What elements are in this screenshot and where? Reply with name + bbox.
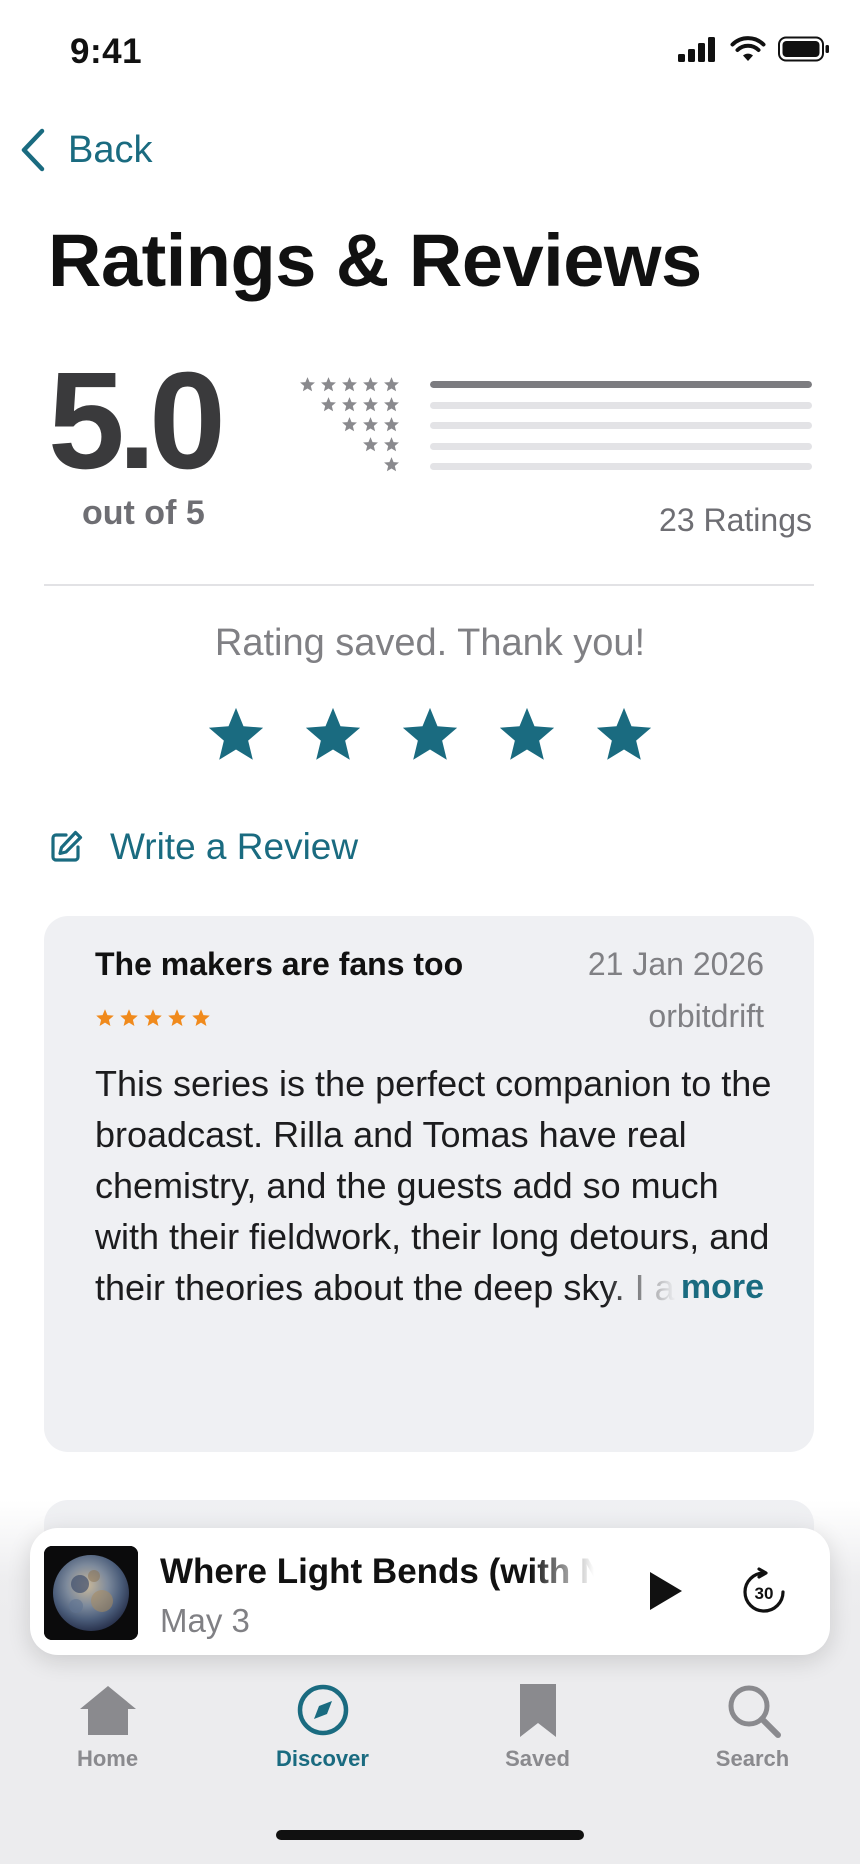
rate-star-5-icon[interactable]	[593, 704, 655, 766]
star-icon	[363, 376, 378, 391]
play-icon[interactable]	[642, 1568, 688, 1614]
signal-icon	[678, 37, 715, 62]
histogram-stars-5	[280, 374, 400, 394]
star-icon	[342, 376, 357, 391]
histogram-star-labels	[280, 374, 400, 474]
histogram-bars	[430, 381, 812, 484]
search-icon	[728, 1685, 781, 1738]
histogram-stars-4	[280, 394, 400, 414]
tab-home[interactable]: Home	[0, 1680, 215, 1772]
star-icon	[363, 396, 378, 411]
star-icon	[384, 416, 399, 431]
average-rating: 5.0	[48, 344, 226, 498]
tab-saved-label: Saved	[505, 1746, 570, 1771]
histogram-stars-3	[280, 414, 400, 434]
star-icon	[363, 436, 378, 451]
review-star-icon	[144, 1009, 162, 1026]
star-icon	[342, 416, 357, 431]
ratings-count: 23 Ratings	[659, 502, 812, 538]
compose-icon	[51, 830, 83, 862]
review-author: orbitdrift	[648, 998, 764, 1034]
review-date: 21 Jan 2026	[587, 946, 764, 982]
rate-star-2-icon[interactable]	[302, 704, 364, 766]
episode-title-fade	[530, 1552, 610, 1598]
review-stars	[95, 1008, 211, 1028]
mini-player[interactable]: Where Light Bends (with Nia May 3 30	[30, 1528, 830, 1655]
chevron-left-icon	[21, 128, 45, 172]
review-star-icon	[168, 1009, 186, 1026]
histogram-bar-2	[430, 442, 812, 450]
compass-icon	[297, 1684, 348, 1736]
review-card[interactable]: The makers are fans too 21 Jan 2026 orbi…	[44, 916, 814, 1452]
review-star-icon	[192, 1009, 210, 1026]
tab-discover[interactable]: Discover	[215, 1680, 430, 1772]
star-icon	[384, 376, 399, 391]
star-icon	[321, 396, 336, 411]
skip-forward-30-icon: 30	[743, 1567, 785, 1613]
histogram-bar-3	[430, 422, 812, 429]
tab-saved[interactable]: Saved	[430, 1680, 645, 1772]
tab-home-label: Home	[76, 1746, 139, 1771]
home-indicator	[276, 1830, 584, 1840]
rate-star-3-icon[interactable]	[399, 704, 461, 766]
status-icons	[678, 36, 830, 62]
page-title: Ratings & Reviews	[48, 219, 702, 302]
histogram-stars-2	[280, 434, 400, 454]
rating-saved-message: Rating saved. Thank you!	[214, 622, 646, 664]
histogram-bar-4	[430, 401, 812, 409]
histogram-bar-5	[430, 381, 812, 388]
tab-search-label: Search	[715, 1746, 790, 1771]
histogram-stars-1	[280, 454, 400, 474]
review-star-icon	[96, 1009, 114, 1026]
tab-search[interactable]: Search	[645, 1680, 860, 1772]
tab-bar: Home Discover Saved Search	[0, 1680, 860, 1772]
star-icon	[363, 416, 378, 431]
home-icon	[79, 1686, 136, 1735]
divider	[44, 584, 814, 586]
star-icon	[342, 396, 357, 411]
write-review-button[interactable]: Write a Review	[48, 826, 358, 868]
star-icon	[384, 436, 399, 451]
skip-forward-button[interactable]: 30	[738, 1566, 790, 1618]
wifi-icon	[730, 36, 766, 61]
back-button[interactable]: Back	[18, 128, 152, 172]
status-time: 9:41	[70, 32, 143, 71]
out-of-label: out of 5	[82, 494, 205, 532]
battery-icon	[778, 36, 829, 62]
review-title: The makers are fans too	[95, 946, 464, 982]
review-star-icon	[120, 1009, 138, 1026]
write-review-label: Write a Review	[110, 826, 359, 867]
star-icon	[300, 376, 315, 391]
star-icon	[321, 376, 336, 391]
bookmark-icon	[519, 1684, 556, 1737]
skip-label: 30	[755, 1584, 774, 1603]
back-label: Back	[68, 128, 153, 171]
more-button[interactable]: more	[681, 1268, 764, 1307]
tab-discover-label: Discover	[276, 1746, 369, 1771]
tap-to-rate-stars[interactable]	[205, 704, 655, 766]
histogram-bar-1	[430, 463, 812, 470]
star-icon	[384, 456, 399, 471]
episode-date: May 3	[160, 1602, 250, 1639]
episode-artwork	[44, 1546, 138, 1640]
star-icon	[384, 396, 399, 411]
histogram-fill-5	[430, 381, 812, 388]
rate-star-1-icon[interactable]	[205, 704, 267, 766]
rate-star-4-icon[interactable]	[496, 704, 558, 766]
